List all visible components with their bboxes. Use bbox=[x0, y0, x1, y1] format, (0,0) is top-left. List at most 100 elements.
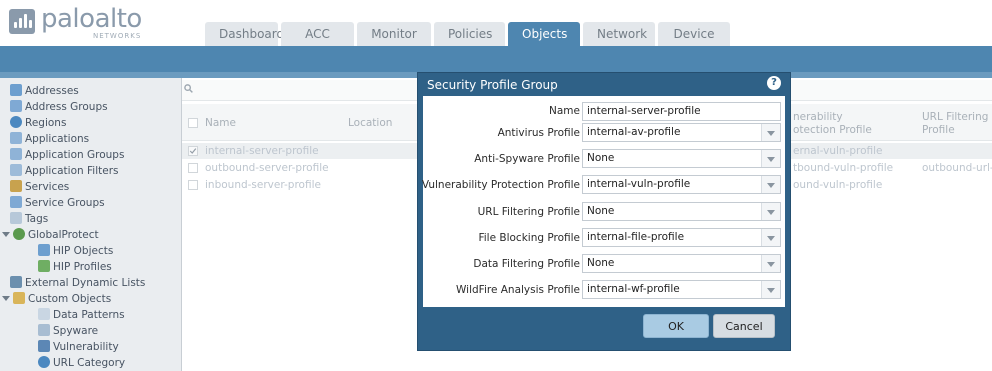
sidebar-item-label: Data Patterns bbox=[53, 309, 125, 321]
sidebar-item-vulnerability[interactable]: Vulnerability bbox=[38, 339, 119, 355]
tab-policies[interactable]: Policies bbox=[434, 22, 505, 46]
file-blocking-profile-select[interactable]: internal-file-profile bbox=[582, 228, 781, 247]
sidebar-item-addresses[interactable]: Addresses bbox=[10, 83, 79, 99]
tab-content-band bbox=[0, 46, 992, 72]
vulnerability-icon bbox=[38, 340, 50, 352]
url-filtering-profile-value: None bbox=[587, 205, 615, 217]
applications-icon bbox=[10, 132, 22, 144]
logo-text: paloalto bbox=[41, 4, 142, 34]
name-input[interactable]: internal-server-profile bbox=[582, 102, 781, 121]
anti-spyware-profile-select[interactable]: None bbox=[582, 149, 781, 168]
tab-device[interactable]: Device bbox=[658, 22, 730, 46]
data-patterns-icon bbox=[38, 308, 50, 320]
sidebar-item-label: HIP Objects bbox=[53, 245, 114, 257]
sidebar-item-label: Addresses bbox=[25, 85, 79, 97]
sidebar-item-label: External Dynamic Lists bbox=[25, 277, 146, 289]
sidebar-item-label: Tags bbox=[25, 213, 49, 225]
sidebar-item-regions[interactable]: Regions bbox=[10, 115, 66, 131]
paloalto-logo-icon bbox=[9, 9, 35, 34]
sidebar-item-label: Applications bbox=[25, 133, 90, 145]
antivirus-profile-select[interactable]: internal-av-profile bbox=[582, 123, 781, 142]
sidebar-item-label: Vulnerability bbox=[53, 341, 119, 353]
data-filtering-profile-label: Data Filtering Profile bbox=[473, 258, 580, 270]
chevron-down-icon[interactable] bbox=[761, 255, 780, 272]
sidebar-item-label: HIP Profiles bbox=[53, 261, 112, 273]
anti-spyware-profile-label: Anti-Spyware Profile bbox=[474, 153, 580, 165]
sidebar-item-address-groups[interactable]: Address Groups bbox=[10, 99, 108, 115]
ok-button[interactable]: OK bbox=[643, 314, 709, 338]
sidebar-item-tags[interactable]: Tags bbox=[10, 211, 48, 227]
sidebar-item-custom-objects[interactable]: Custom Objects bbox=[2, 291, 111, 307]
tab-monitor[interactable]: Monitor bbox=[357, 22, 431, 46]
sidebar-item-label: Application Groups bbox=[25, 149, 125, 161]
hip-profiles-icon bbox=[38, 260, 50, 272]
sidebar-item-spyware[interactable]: Spyware bbox=[38, 323, 98, 339]
sidebar-item-globalprotect[interactable]: GlobalProtect bbox=[2, 227, 99, 243]
sidebar-item-external-dynamic-lists[interactable]: External Dynamic Lists bbox=[10, 275, 145, 291]
sidebar-item-application-filters[interactable]: Application Filters bbox=[10, 163, 118, 179]
sidebar-item-label: Application Filters bbox=[25, 165, 119, 177]
url-filtering-profile-select[interactable]: None bbox=[582, 202, 781, 221]
cancel-button[interactable]: Cancel bbox=[713, 314, 775, 338]
sidebar-item-label: Services bbox=[25, 181, 70, 193]
tab-network[interactable]: Network bbox=[583, 22, 655, 46]
sidebar-item-label: URL Category bbox=[53, 357, 126, 369]
main-tabs: Dashboard ACC Monitor Policies Objects N… bbox=[205, 22, 733, 46]
sidebar-item-label: Spyware bbox=[53, 325, 99, 337]
regions-icon bbox=[10, 116, 22, 128]
globalprotect-icon bbox=[13, 228, 25, 240]
wildfire-analysis-profile-label: WildFire Analysis Profile bbox=[456, 284, 580, 296]
sidebar-item-application-groups[interactable]: Application Groups bbox=[10, 147, 124, 163]
logo-subtext: NETWORKS bbox=[93, 32, 142, 40]
file-blocking-profile-label: File Blocking Profile bbox=[478, 232, 580, 244]
sidebar-item-hip-profiles[interactable]: HIP Profiles bbox=[38, 259, 112, 275]
sidebar-item-label: GlobalProtect bbox=[28, 229, 99, 241]
tab-dashboard[interactable]: Dashboard bbox=[205, 22, 284, 46]
tab-objects[interactable]: Objects bbox=[508, 22, 580, 46]
sidebar-item-label: Address Groups bbox=[25, 101, 108, 113]
application-groups-icon bbox=[10, 148, 22, 160]
antivirus-profile-value: internal-av-profile bbox=[587, 126, 681, 138]
sidebar-item-label: Regions bbox=[25, 117, 67, 129]
application-filters-icon bbox=[10, 164, 22, 176]
chevron-down-icon[interactable] bbox=[761, 124, 780, 141]
anti-spyware-profile-value: None bbox=[587, 152, 615, 164]
wildfire-analysis-profile-value: internal-wf-profile bbox=[587, 283, 680, 295]
vulnerability-protection-profile-value: internal-vuln-profile bbox=[587, 178, 691, 190]
data-filtering-profile-value: None bbox=[587, 257, 615, 269]
vulnerability-protection-profile-select[interactable]: internal-vuln-profile bbox=[582, 175, 781, 194]
sidebar-item-label: Custom Objects bbox=[28, 293, 112, 305]
objects-sidebar: Addresses Address Groups Regions Applica… bbox=[0, 78, 182, 371]
chevron-down-icon[interactable] bbox=[761, 229, 780, 246]
tab-acc[interactable]: ACC bbox=[281, 22, 354, 46]
chevron-down-icon[interactable] bbox=[761, 281, 780, 298]
custom-objects-icon bbox=[13, 292, 25, 304]
url-filtering-profile-label: URL Filtering Profile bbox=[477, 206, 580, 218]
expand-arrow-icon[interactable] bbox=[2, 232, 10, 237]
dialog-title: Security Profile Group bbox=[427, 78, 558, 92]
services-icon bbox=[10, 180, 22, 192]
tags-icon bbox=[10, 212, 22, 224]
chevron-down-icon[interactable] bbox=[761, 176, 780, 193]
url-category-icon bbox=[38, 356, 50, 368]
addresses-icon bbox=[10, 84, 22, 96]
sidebar-item-applications[interactable]: Applications bbox=[10, 131, 89, 147]
expand-arrow-icon[interactable] bbox=[2, 296, 10, 301]
sidebar-item-services[interactable]: Services bbox=[10, 179, 69, 195]
sidebar-item-data-patterns[interactable]: Data Patterns bbox=[38, 307, 125, 323]
antivirus-profile-label: Antivirus Profile bbox=[497, 127, 580, 139]
name-label: Name bbox=[549, 105, 580, 117]
vulnerability-protection-profile-label: Vulnerability Protection Profile bbox=[421, 179, 580, 191]
sidebar-item-hip-objects[interactable]: HIP Objects bbox=[38, 243, 113, 259]
chevron-down-icon[interactable] bbox=[761, 150, 780, 167]
data-filtering-profile-select[interactable]: None bbox=[582, 254, 781, 273]
wildfire-analysis-profile-select[interactable]: internal-wf-profile bbox=[582, 280, 781, 299]
service-groups-icon bbox=[10, 196, 22, 208]
file-blocking-profile-value: internal-file-profile bbox=[587, 231, 685, 243]
sidebar-item-url-category[interactable]: URL Category bbox=[38, 355, 125, 371]
chevron-down-icon[interactable] bbox=[761, 203, 780, 220]
address-groups-icon bbox=[10, 100, 22, 112]
external-dynamic-lists-icon bbox=[10, 276, 22, 288]
help-icon[interactable]: ? bbox=[767, 76, 781, 90]
sidebar-item-service-groups[interactable]: Service Groups bbox=[10, 195, 105, 211]
